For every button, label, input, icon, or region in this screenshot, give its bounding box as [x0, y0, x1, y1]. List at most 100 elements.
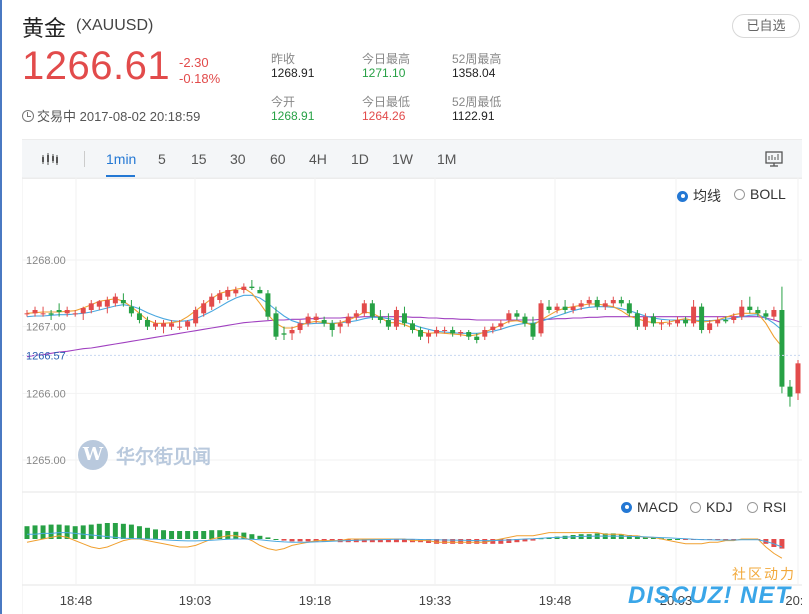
candle-body — [56, 310, 62, 312]
stat-label-day-low: 今日最低 — [362, 95, 411, 109]
candle — [24, 310, 30, 317]
candle-body — [24, 313, 30, 315]
candle-body — [313, 316, 319, 320]
candle-body — [96, 301, 102, 307]
candle-body — [401, 313, 407, 324]
candle-body — [40, 313, 46, 315]
candle-body — [771, 310, 777, 317]
candle-body — [410, 323, 415, 330]
watchlist-button[interactable]: 已自选 — [732, 14, 800, 38]
candle — [393, 306, 399, 330]
radio-unselected-icon — [734, 188, 745, 200]
candle — [385, 313, 391, 330]
candle-body — [112, 296, 118, 304]
instrument-symbol: (XAUUSD) — [76, 17, 154, 34]
trading-status-text: 交易中 2017-08-02 20:18:59 — [37, 109, 201, 124]
candle-body — [707, 323, 713, 330]
candle — [771, 306, 777, 320]
candle-body — [530, 323, 536, 337]
interval-1d[interactable]: 1D — [351, 140, 369, 178]
candle-body — [731, 316, 737, 320]
overlay-ma-option[interactable]: 均线 — [677, 186, 721, 206]
candle — [618, 296, 624, 307]
interval-1m[interactable]: 1M — [437, 140, 456, 178]
candle-body — [337, 323, 343, 327]
candle-body — [273, 313, 279, 337]
wallstreetcn-watermark: W 华尔街见闻 — [78, 440, 211, 470]
interval-60[interactable]: 60 — [270, 140, 286, 178]
indicator-rsi-option[interactable]: RSI — [747, 499, 786, 515]
candle — [128, 300, 134, 317]
candle-body — [161, 323, 167, 327]
candle-body — [305, 316, 311, 324]
stat-label-open: 今开 — [271, 95, 296, 109]
candle-body — [72, 313, 78, 315]
candle-body — [177, 326, 183, 328]
candle — [297, 320, 303, 334]
candle-body — [683, 320, 689, 324]
indicator-kdj-label: KDJ — [706, 499, 733, 515]
macd-histogram-bar — [249, 534, 255, 539]
candle-body — [514, 313, 520, 317]
candle-body — [88, 303, 94, 310]
fullscreen-chart-icon[interactable] — [765, 151, 783, 167]
chart-toolbar: 1min 5 15 30 60 4H 1D 1W 1M — [22, 139, 802, 179]
candle-body — [434, 330, 440, 334]
interval-1w[interactable]: 1W — [392, 140, 413, 178]
interval-4h[interactable]: 4H — [309, 140, 327, 178]
candle — [410, 320, 415, 334]
interval-15[interactable]: 15 — [191, 140, 207, 178]
candle — [562, 300, 568, 314]
candle-body — [32, 310, 38, 314]
stat-value-open: 1268.91 — [271, 109, 315, 123]
candle — [450, 326, 456, 337]
macd-histogram-bar — [209, 530, 215, 539]
candle-body — [715, 320, 721, 324]
y-tick-label: 1266.00 — [26, 388, 66, 400]
candle-body — [626, 303, 632, 314]
interval-1min[interactable]: 1min — [106, 140, 136, 178]
candle — [779, 286, 785, 394]
stat-value-day-low: 1264.26 — [362, 109, 406, 123]
interval-5[interactable]: 5 — [158, 140, 166, 178]
candle-body — [104, 300, 110, 307]
candle — [626, 300, 632, 317]
candle-body — [361, 303, 367, 314]
overlay-ma-label: 均线 — [693, 188, 721, 204]
candle-body — [120, 300, 126, 304]
candle — [715, 316, 721, 327]
candle-body — [586, 300, 592, 304]
candle — [691, 300, 697, 327]
instrument-title: 黄金 — [22, 16, 67, 41]
candlestick-icon[interactable] — [41, 152, 59, 166]
candle-body — [153, 323, 158, 327]
candle-body — [217, 293, 223, 300]
price-chart[interactable]: 1268.00 1267.00 1266.00 1265.00 1266.57 18:… — [22, 177, 802, 614]
stat-value-52w-high: 1358.04 — [452, 66, 496, 80]
candle-body — [393, 310, 399, 327]
candle — [169, 320, 175, 330]
candle-body — [345, 316, 351, 324]
candle — [418, 326, 424, 340]
candle-body — [458, 332, 464, 334]
candle-body — [658, 323, 664, 325]
toolbar-separator — [84, 151, 85, 167]
window-edge — [0, 0, 2, 614]
y-tick-label: 1267.00 — [26, 322, 66, 334]
candle-body — [747, 306, 753, 310]
candle-body — [426, 333, 432, 337]
watermark-text: 华尔街见闻 — [116, 445, 212, 468]
candle — [522, 313, 528, 327]
candle-body — [554, 306, 560, 310]
macd-histogram-bar — [466, 539, 472, 544]
overlay-boll-option[interactable]: BOLL — [734, 186, 786, 202]
y-tick-label: 1268.00 — [26, 255, 66, 267]
candle — [586, 296, 592, 307]
candle-body — [225, 290, 231, 297]
candle — [602, 300, 608, 310]
indicator-macd-option[interactable]: MACD — [621, 499, 678, 515]
candlesticks — [24, 280, 801, 407]
macd-histogram-bar — [265, 537, 271, 539]
interval-30[interactable]: 30 — [230, 140, 246, 178]
indicator-kdj-option[interactable]: KDJ — [690, 499, 732, 515]
